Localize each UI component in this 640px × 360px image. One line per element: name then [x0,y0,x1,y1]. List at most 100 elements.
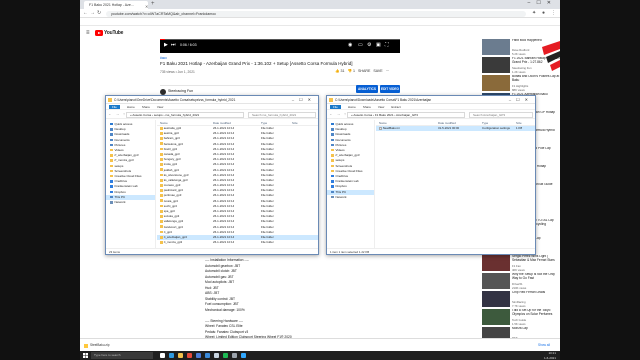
recommended-title[interactable]: I did a Set Up for the Tokyo Olympics on… [512,309,560,317]
hamburger-menu-icon[interactable]: ≡ [86,30,90,36]
folder-icon [108,98,112,102]
folder-icon [110,148,113,152]
video-progress-bar[interactable] [160,39,400,40]
channel-name[interactable]: Steelracing Fun [168,89,193,93]
more-actions-icon[interactable]: ⋯ [386,69,390,73]
file-row[interactable]: rt_monza_gp3 26-1-2021 10:14 File folder [157,240,318,245]
recommended-title[interactable]: Monza Lap [512,327,560,335]
window-controls[interactable]: –☐✕ [292,96,316,103]
ribbon-tab-view[interactable]: View [378,105,384,109]
dislike-icon[interactable]: 👎 [347,69,351,73]
recommended-video[interactable]: Why the Setup Is Not the Only Way to Go … [482,273,560,290]
youtube-logo-icon[interactable] [95,30,103,36]
edit-video-button[interactable]: EDIT VIDEO [380,85,400,93]
play-icon[interactable]: ▶ [164,42,168,48]
navigation-arrows-icon[interactable]: ← → ↑ [329,112,347,116]
nav-item-label: setups [335,158,345,163]
back-icon[interactable]: ← [83,10,88,16]
new-tab-icon[interactable]: + [151,1,155,7]
address-bar[interactable]: youtube.com/watch?v=oIW7aCRTaMQ&ab_chann… [106,10,526,17]
download-item[interactable]: SteelBaku.zip [84,342,144,349]
show-all-downloads-link[interactable]: Show all [538,342,550,349]
windows-start-icon[interactable] [83,353,88,358]
folder-icon [160,215,163,218]
nav-item-label: Dropbox [114,189,126,194]
nav-item[interactable]: Network [327,195,374,200]
window-controls[interactable]: –☐✕ [509,96,533,103]
miniplayer-icon[interactable]: ▣ [376,42,381,48]
explorer-titlebar[interactable]: C:\Users\pianot\Downloads\Assetto Corsa\… [327,96,535,104]
menu-icon[interactable]: ⋮ [551,10,556,16]
youtube-brand[interactable]: YouTube [104,30,123,36]
autoplay-toggle-icon[interactable]: ◉ [348,42,352,48]
reload-icon[interactable]: ↻ [97,10,101,16]
obs-icon[interactable] [232,353,237,358]
steam-icon[interactable] [214,353,219,358]
photoshop-icon[interactable] [241,353,246,358]
ribbon-tab-home[interactable]: Home [348,105,356,109]
ribbon-tab-view[interactable]: View [157,105,163,109]
recommended-title[interactable]: Why the Setup Is Not the Only Way to Go … [512,273,560,281]
mail-icon[interactable] [205,353,210,358]
file-explorer-icon[interactable] [178,353,183,358]
ribbon-tab-file[interactable]: File [330,105,341,109]
taskbar-search-input[interactable]: Type here to search [91,352,153,359]
nav-item[interactable]: Network [106,200,155,205]
explorer-path[interactable]: « Assetto Corsa › F1 Baku 2021 › Azerbai… [347,111,465,118]
video-thumbnail[interactable] [482,309,510,325]
share-button[interactable]: SHARE [358,69,370,73]
fullscreen-icon[interactable]: ⛶ [385,42,389,48]
folder-icon [331,154,334,157]
chrome-icon[interactable] [187,353,192,358]
star-icon [110,122,113,126]
store-icon[interactable] [196,353,201,358]
video-hashtags[interactable]: #acc [160,56,167,60]
folder-icon [160,235,163,239]
ribbon-tab-extract[interactable]: Extract [391,105,400,109]
file-row[interactable]: SteelBaku.ini 31-5-2021 00:00 Configuratio… [376,126,535,132]
recommended-title[interactable]: Chip Red Ferrari Leads [512,291,560,299]
video-thumbnail[interactable] [482,39,510,55]
navigation-arrows-icon[interactable]: ← → ↑ [108,112,126,116]
explorer-search-input[interactable]: Search rss_formula_hybrid_2021 [248,111,316,118]
forward-icon[interactable]: → [90,10,95,16]
extensions-icon[interactable]: ✦ [532,10,536,16]
settings-icon[interactable]: ⚙ [367,42,371,48]
ribbon-tab-file[interactable]: File [109,105,120,109]
window-controls[interactable]: –☐✕ [528,0,557,6]
video-thumbnail[interactable] [482,75,510,91]
explorer-titlebar[interactable]: C:\Users\pianot\OneDrive\Documents\Asset… [106,96,318,104]
explorer-search-input[interactable]: Search Azerbaijan_GP3 [469,111,533,118]
profile-icon[interactable]: ● [542,10,545,16]
nav-item-label: Network [114,200,126,205]
system-clock[interactable]: 10:21 1-6-2021 [544,351,556,360]
left-letterbox [0,0,80,360]
recommended-title[interactable]: Sergio Perez Wins Light | Sebastian & Ma… [512,255,560,263]
recommended-video[interactable]: I did a Set Up for the Tokyo Olympics on… [482,309,560,326]
folder-icon [160,240,163,244]
task-view-icon[interactable] [160,353,165,358]
like-count: 31 [340,69,345,73]
file-name-text: russia_gp3 [163,198,178,203]
video-thumbnail[interactable] [482,273,510,289]
recommended-video[interactable]: Sergio Perez Wins Light | Sebastian & Ma… [482,255,560,272]
save-button[interactable]: SAVE [373,69,382,73]
video-thumbnail[interactable] [482,57,510,73]
explorer-path[interactable]: « Assetto Corsa › setups › rss_formula_h… [126,111,244,118]
edge-icon[interactable] [169,353,174,358]
browser-tab[interactable]: F1 Baku 2021 Hotlap - Aze... ✕ [84,1,148,9]
ribbon-tab-share[interactable]: Share [363,105,371,109]
video-player[interactable]: ▶ ⏭ 0:06 / 6:03 ◉ ▭ ⚙ ▣ ⛶ [160,39,400,53]
next-icon[interactable]: ⏭ [171,42,176,48]
analytics-button[interactable]: ANALYTICS [356,85,378,93]
recommended-video[interactable]: Chip Red Ferrari Leads SimRacing 7.7K view… [482,291,560,308]
ribbon-tab-home[interactable]: Home [127,105,135,109]
subtitles-icon[interactable]: ▭ [358,42,363,48]
video-thumbnail[interactable] [482,255,510,271]
folder-icon [160,163,163,166]
spotify-icon[interactable] [223,353,228,358]
ribbon-tab-share[interactable]: Share [142,105,150,109]
desktop-screen: F1 Baku 2021 Hotlap - Aze... ✕ + –☐✕ ← →… [80,0,560,360]
video-thumbnail[interactable] [482,291,510,307]
like-icon[interactable]: 👍 [335,69,339,73]
